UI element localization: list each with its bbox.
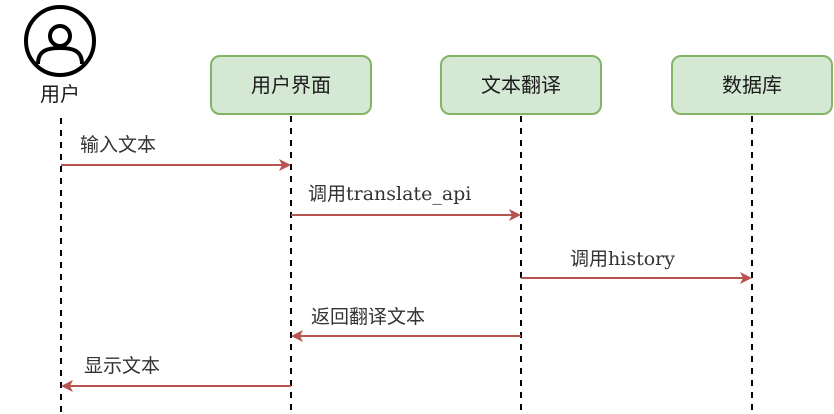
actor-label: 用户	[40, 82, 80, 106]
message-call-history-label: 调用history	[570, 248, 675, 270]
participant-db: 数据库	[671, 55, 833, 115]
actor: 用户	[24, 5, 96, 106]
message-call-history: 调用history	[521, 248, 752, 284]
participant-ui: 用户界面	[210, 55, 372, 115]
message-call-translate-api: 调用translate_api	[291, 183, 521, 221]
message-return-translation: 返回翻译文本	[291, 306, 521, 342]
user-icon	[24, 5, 96, 77]
message-display-text-label: 显示文本	[84, 355, 160, 377]
message-display-text: 显示文本	[61, 355, 291, 392]
participant-ui-label: 用户界面	[251, 73, 331, 97]
participant-db-label: 数据库	[722, 73, 782, 97]
participant-translate-label: 文本翻译	[481, 73, 561, 97]
message-input-text: 输入文本	[61, 134, 291, 171]
participant-translate: 文本翻译	[440, 55, 602, 115]
message-return-translation-label: 返回翻译文本	[311, 306, 425, 328]
sequence-diagram: 用户 用户界面 文本翻译 数据库 输入文本 调用translate_api 调用…	[24, 5, 833, 414]
message-call-translate-api-label: 调用translate_api	[308, 183, 471, 205]
message-input-text-label: 输入文本	[80, 134, 156, 156]
